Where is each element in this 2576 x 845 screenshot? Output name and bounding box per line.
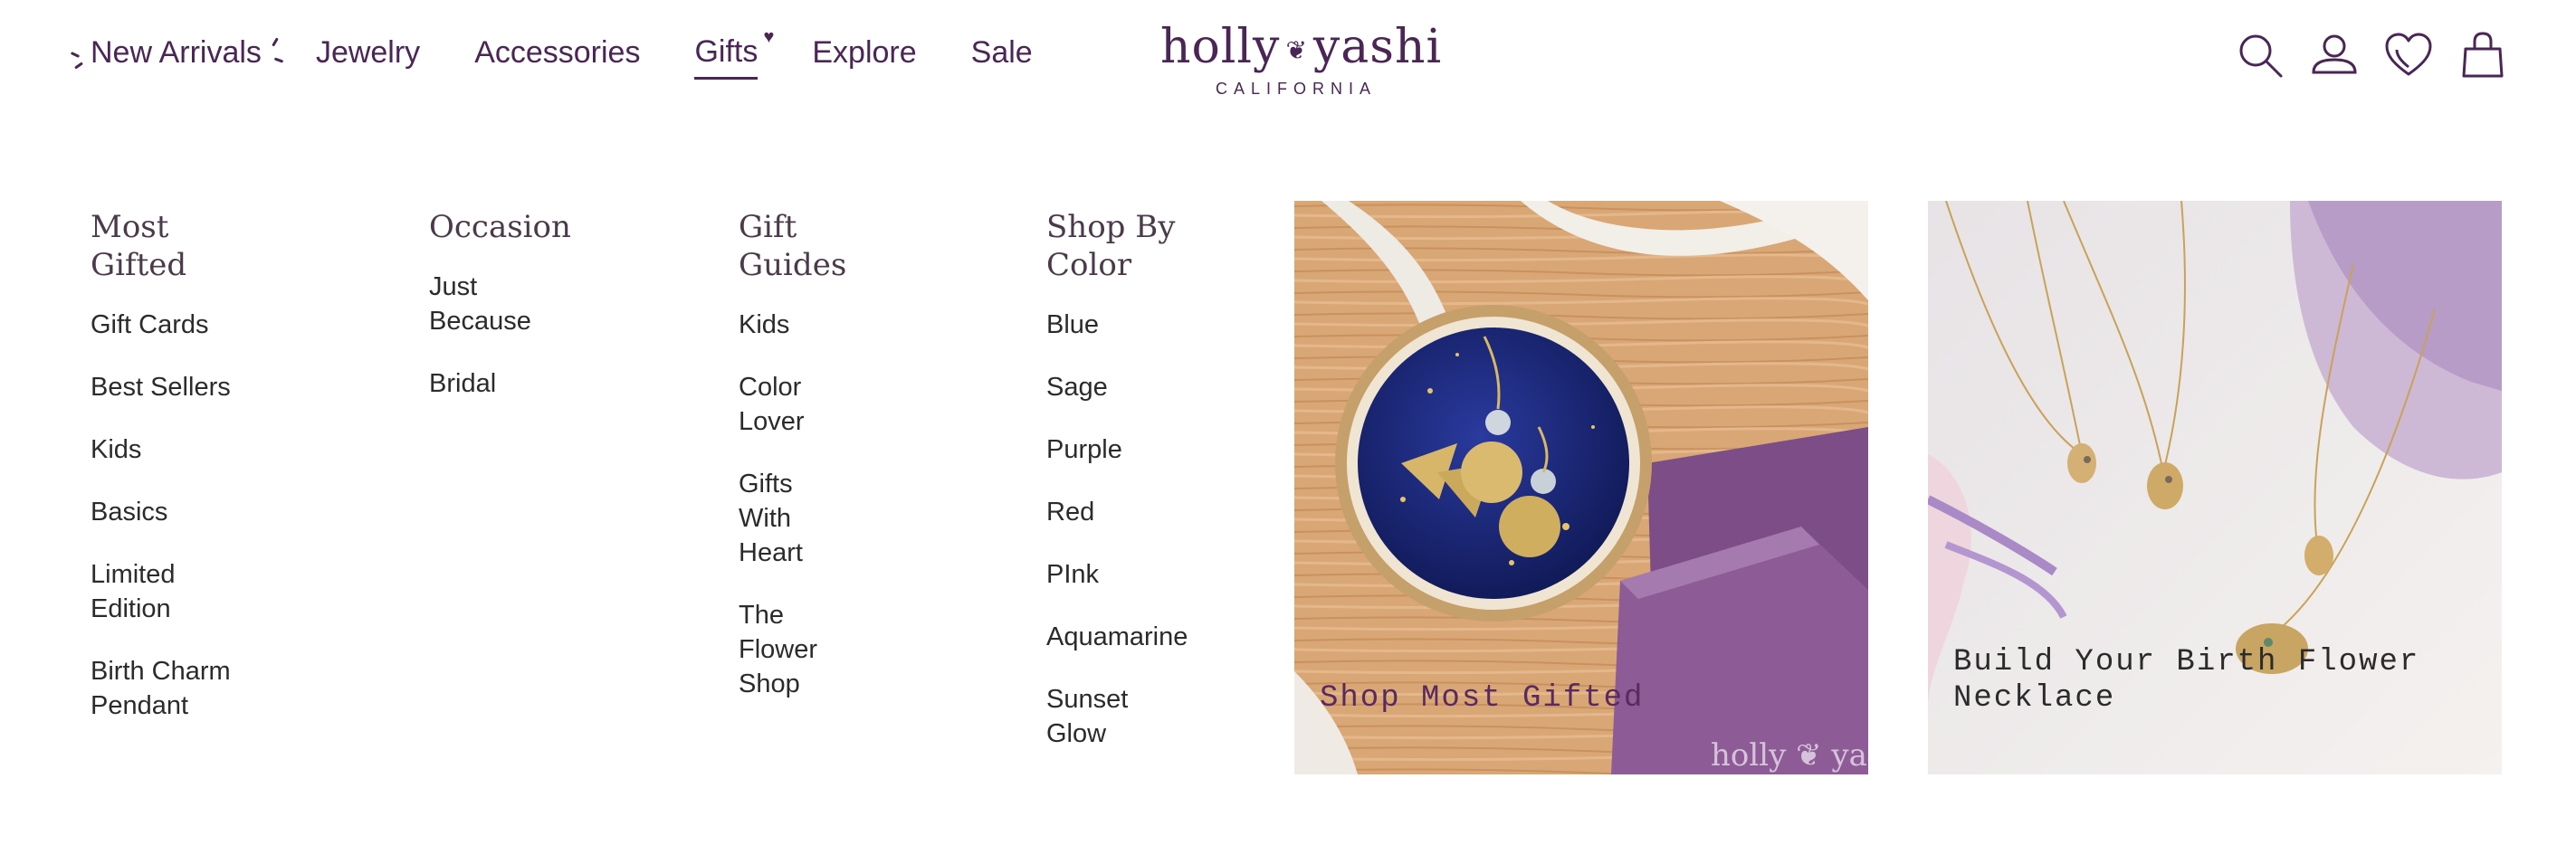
nav-label: Gifts [694, 34, 758, 69]
column-heading: Most Gifted [91, 209, 187, 283]
sparkle-icon [74, 61, 83, 70]
column-heading: Occasion [429, 209, 571, 245]
lotus-icon: ❦ [1285, 34, 1308, 65]
main-nav: New Arrivals Jewelry Accessories Gifts ♥… [70, 25, 1087, 80]
menu-column-occasion: Occasion Just Because Bridal [429, 208, 610, 429]
cart-bag-icon[interactable] [2458, 31, 2507, 80]
menu-link-just-because[interactable]: Just Because [429, 270, 547, 338]
nav-new-arrivals[interactable]: New Arrivals [70, 34, 284, 71]
menu-link-sunset-glow[interactable]: Sunset Glow [1046, 682, 1146, 751]
wishlist-heart-icon[interactable] [2384, 31, 2433, 80]
menu-link-bridal[interactable]: Bridal [429, 366, 610, 401]
nav-label: Sale [970, 34, 1033, 70]
logo-text: yashi [1312, 20, 1443, 74]
nav-gifts[interactable]: Gifts ♥ [694, 27, 774, 80]
menu-link-pink[interactable]: PInk [1046, 557, 1227, 592]
menu-link-aquamarine[interactable]: Aquamarine [1046, 620, 1227, 654]
promo-label: Build Your Birth Flower Necklace [1953, 645, 2420, 716]
nav-label: Accessories [474, 34, 641, 70]
menu-link-sage[interactable]: Sage [1046, 370, 1227, 404]
nav-sale[interactable]: Sale [971, 35, 1033, 71]
menu-link-best-sellers[interactable]: Best Sellers [91, 370, 308, 404]
nav-label: Jewelry [315, 34, 421, 70]
menu-link-gift-cards[interactable]: Gift Cards [91, 308, 308, 342]
menu-link-basics[interactable]: Basics [91, 495, 308, 529]
utility-icons [2210, 31, 2507, 80]
menu-link-red[interactable]: Red [1046, 495, 1227, 529]
sparkle-icon [273, 56, 284, 63]
logo-subtitle: CALIFORNIA [1215, 79, 1378, 98]
menu-link-kids-guide[interactable]: Kids [739, 308, 874, 342]
nav-jewelry[interactable]: Jewelry [316, 35, 420, 71]
promo-label: Shop Most Gifted [1320, 681, 1645, 716]
menu-column-gift-guides: Gift Guides Kids Color Lover Gifts With … [739, 208, 874, 729]
menu-link-purple[interactable]: Purple [1046, 432, 1227, 467]
promo-birth-flower-necklace[interactable]: Build Your Birth Flower Necklace [1928, 201, 2502, 774]
nav-label: New Arrivals [91, 34, 262, 70]
nav-explore[interactable]: Explore [812, 35, 916, 71]
menu-link-kids[interactable]: Kids [91, 432, 308, 467]
logo-text: holly [1160, 20, 1281, 74]
menu-link-gifts-with-heart[interactable]: Gifts With Heart [739, 467, 820, 570]
account-icon[interactable] [2310, 31, 2359, 80]
menu-link-birth-charm-pendant[interactable]: Birth Charm Pendant [91, 654, 253, 723]
heart-icon: ♥ [763, 27, 775, 47]
menu-link-blue[interactable]: Blue [1046, 308, 1227, 342]
menu-link-flower-shop[interactable]: The Flower Shop [739, 598, 820, 701]
column-heading: Shop By Color [1046, 209, 1176, 283]
menu-link-color-lover[interactable]: Color Lover [739, 370, 829, 439]
menu-column-shop-by-color: Shop By Color Blue Sage Purple Red PInk … [1046, 208, 1227, 779]
column-heading: Gift Guides [739, 209, 847, 283]
nav-accessories[interactable]: Accessories [474, 35, 640, 71]
nav-label: Explore [812, 34, 917, 70]
sparkle-icon [70, 51, 81, 58]
brand-logo[interactable]: holly ❦ yashi CALIFORNIA [1160, 20, 1441, 99]
search-icon[interactable] [2236, 31, 2285, 80]
menu-column-most-gifted: Most Gifted Gift Cards Best Sellers Kids… [91, 208, 308, 751]
promo-shop-most-gifted[interactable]: holly ❦ yashi Shop Most Gifted [1294, 201, 1868, 774]
menu-link-limited-edition[interactable]: Limited Edition [91, 557, 226, 626]
logo-watermark: holly ❦ yashi [1711, 737, 1868, 774]
sparkle-icon [272, 36, 279, 47]
